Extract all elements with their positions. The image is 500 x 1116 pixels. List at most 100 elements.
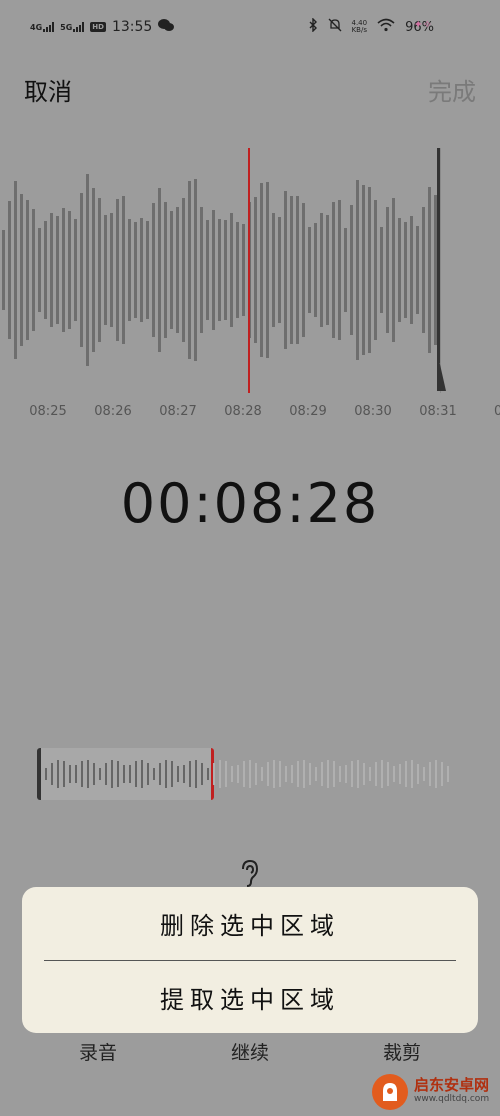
waveform-bar: [362, 185, 365, 355]
overview-bar: [63, 761, 65, 787]
overview-bar: [399, 764, 401, 784]
waveform-bar: [146, 221, 149, 319]
overview-bar: [183, 765, 185, 783]
waveform-bar: [80, 193, 83, 347]
waveform-bar: [176, 207, 179, 333]
wechat-icon: [158, 18, 175, 36]
editor-header: 取消 完成: [0, 60, 500, 110]
overview-bar: [81, 761, 83, 787]
waveform-bar: [338, 200, 341, 340]
overview-bar: [219, 760, 221, 788]
overview-bar: [279, 761, 281, 787]
waveform-bar: [272, 213, 275, 327]
waveform-bar: [236, 222, 239, 318]
waveform-bar: [290, 196, 293, 344]
waveform-bar: [14, 181, 17, 359]
waveform-bar: [254, 197, 257, 343]
overview-bar: [147, 763, 149, 785]
waveform-bar: [170, 211, 173, 329]
overview-bar: [237, 765, 239, 783]
overview-bar: [69, 765, 71, 783]
overview-bar: [297, 761, 299, 787]
waveform-bar: [188, 181, 191, 359]
overview-bar: [153, 768, 155, 780]
sparkle-decoration-icon: ✦✧: [413, 18, 432, 31]
waveform-bar: [44, 221, 47, 319]
overview-bar: [417, 764, 419, 784]
waveform-bar: [296, 196, 299, 344]
delete-selection-button[interactable]: 删除选中区域: [22, 887, 478, 959]
overview-bar: [189, 761, 191, 787]
waveform-bar: [32, 209, 35, 331]
overview-waveform[interactable]: [37, 748, 457, 800]
waveform-bar: [374, 200, 377, 340]
overview-bar: [321, 762, 323, 786]
overview-bar: [141, 760, 143, 788]
overview-bar: [105, 763, 107, 785]
waveform-bar: [326, 215, 329, 325]
waveform-bar: [110, 213, 113, 327]
current-time-display: 00:08:28: [120, 472, 380, 535]
tick-label: 08:28: [224, 404, 262, 419]
waveform[interactable]: [0, 148, 500, 393]
waveform-bar: [128, 219, 131, 321]
overview-bar: [345, 765, 347, 783]
overview-bar: [51, 763, 53, 785]
bluetooth-icon: [308, 17, 318, 36]
playhead[interactable]: [248, 148, 250, 393]
overview-bar: [303, 760, 305, 788]
waveform-bar: [20, 194, 23, 346]
overview-bar: [273, 760, 275, 788]
waveform-bar: [230, 213, 233, 327]
overview-bar: [207, 768, 209, 780]
overview-bar: [159, 763, 161, 785]
waveform-bar: [386, 207, 389, 333]
waveform-bar: [68, 211, 71, 329]
continue-button[interactable]: 继续: [231, 1038, 269, 1065]
waveform-bar: [206, 220, 209, 320]
waveform-bar: [416, 226, 419, 314]
record-button[interactable]: 录音: [79, 1038, 117, 1065]
waveform-bar: [86, 174, 89, 366]
waveform-bar: [350, 205, 353, 335]
waveform-bar: [74, 219, 77, 321]
end-marker-foot[interactable]: [437, 363, 446, 391]
ear-icon[interactable]: [236, 858, 264, 888]
trim-button[interactable]: 裁剪: [383, 1038, 421, 1065]
waveform-bar: [260, 183, 263, 357]
site-watermark: 启东安卓网 www.qdltdq.com: [372, 1072, 498, 1112]
overview-bar: [45, 768, 47, 780]
overview-bar: [129, 765, 131, 783]
overview-bar: [261, 767, 263, 781]
waveform-bar: [308, 227, 311, 313]
waveform-bar: [344, 228, 347, 312]
overview-bar: [405, 761, 407, 787]
waveform-bar: [2, 230, 5, 310]
overview-bar: [195, 760, 197, 788]
overview-bar: [255, 763, 257, 785]
overview-bar: [441, 762, 443, 786]
net-type-1: 4G: [30, 23, 43, 32]
overview-bar: [171, 761, 173, 787]
tick-label: 08:25: [29, 404, 67, 419]
waveform-bar: [92, 188, 95, 352]
waveform-bar: [380, 227, 383, 313]
watermark-title: 启东安卓网: [414, 1076, 490, 1094]
waveform-bar: [224, 220, 227, 320]
waveform-bar: [242, 224, 245, 316]
waveform-bar: [302, 203, 305, 337]
waveform-bar: [368, 187, 371, 353]
waveform-bar: [314, 223, 317, 317]
watermark-logo-icon: [372, 1074, 408, 1110]
waveform-bar: [26, 200, 29, 340]
overview-bar: [357, 760, 359, 788]
overview-bar: [177, 766, 179, 782]
waveform-bar: [104, 215, 107, 325]
overview-bar: [423, 767, 425, 781]
end-marker-handle[interactable]: [437, 148, 440, 363]
waveform-bar: [392, 198, 395, 342]
network-speed: 4.40 KB/s: [352, 20, 368, 34]
done-button[interactable]: 完成: [428, 72, 476, 107]
cancel-button[interactable]: 取消: [24, 72, 72, 107]
extract-selection-button[interactable]: 提取选中区域: [22, 961, 478, 1033]
